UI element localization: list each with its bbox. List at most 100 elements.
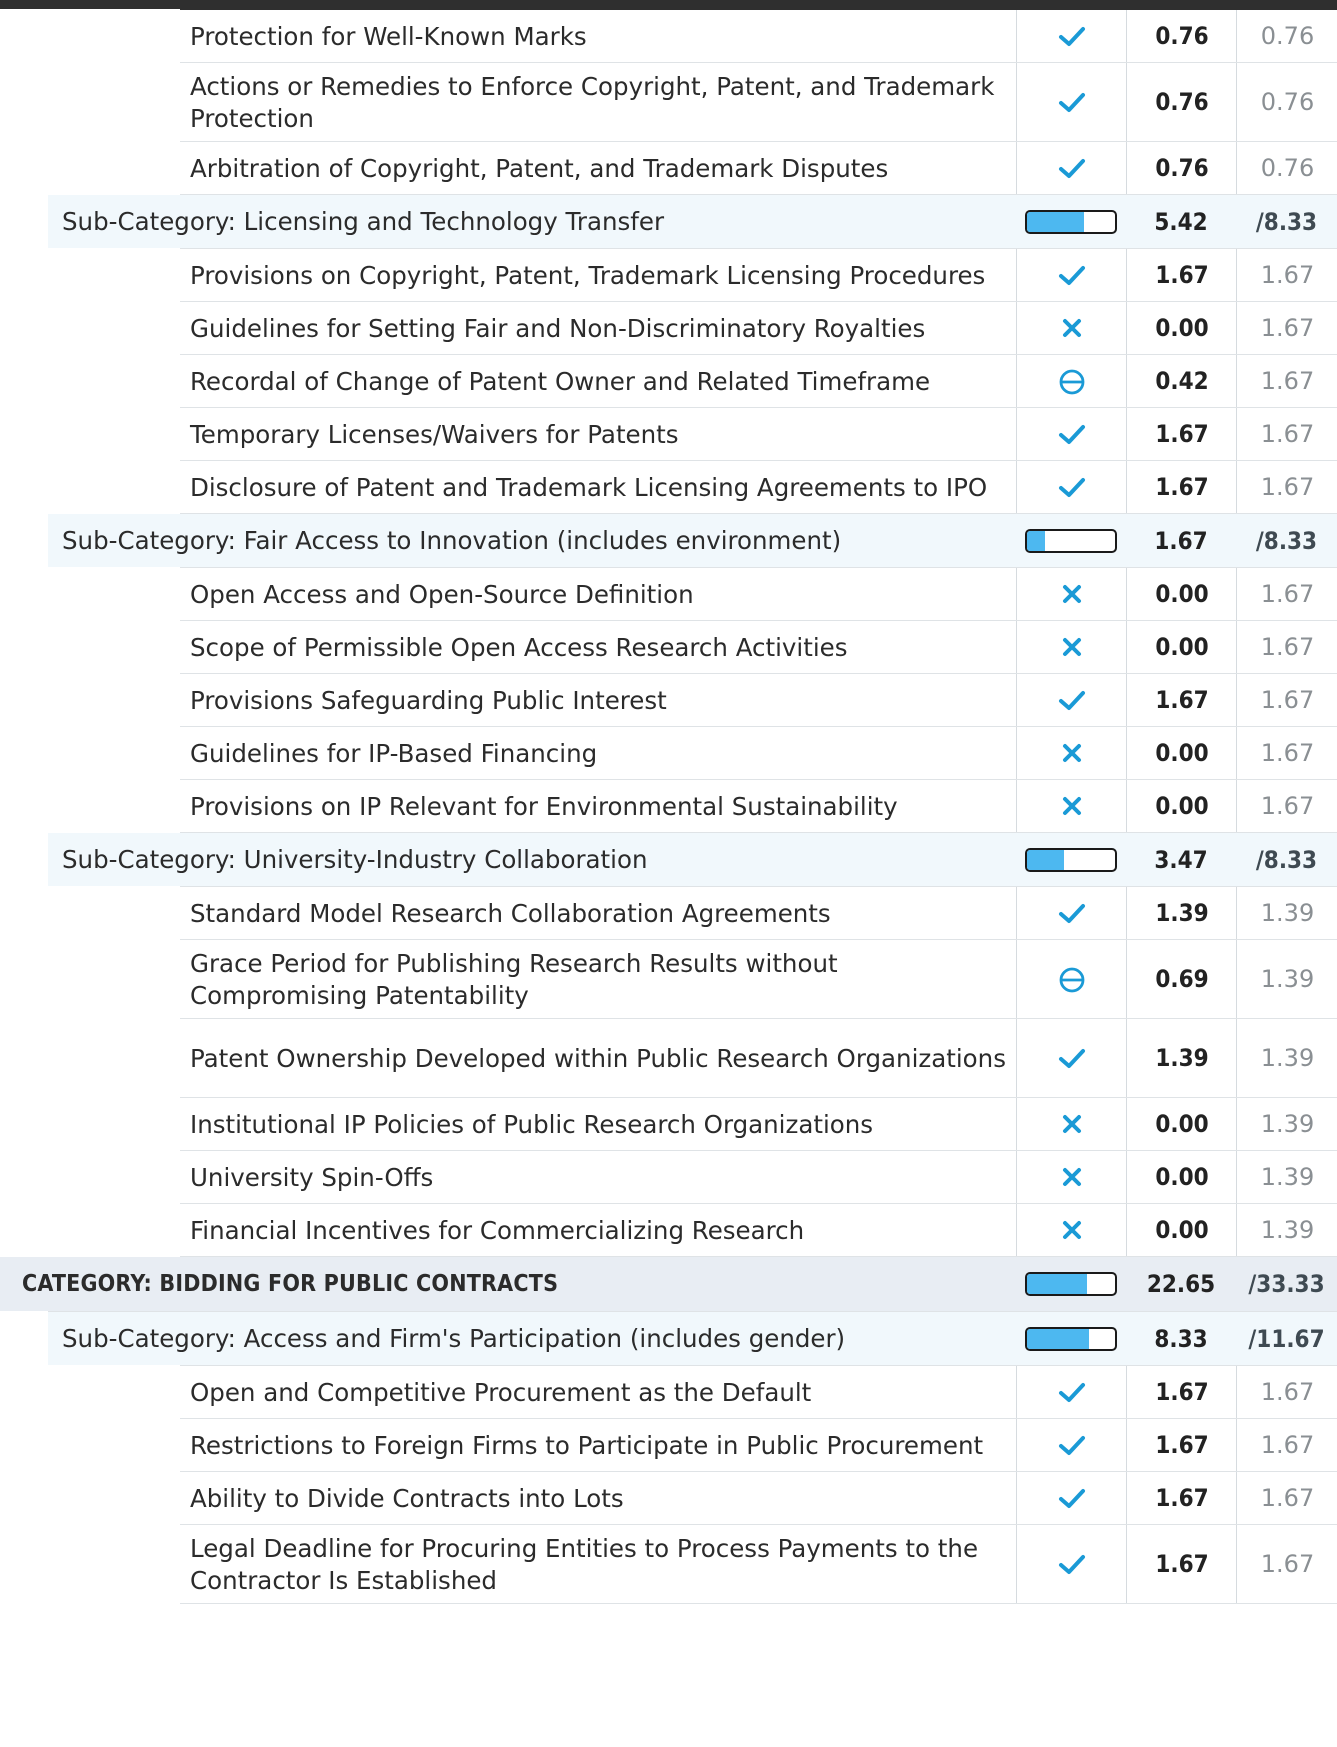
progress-bar-fill	[1027, 849, 1064, 870]
indicator-row: Recordal of Change of Patent Owner and R…	[0, 354, 1337, 408]
indicator-row: Guidelines for IP-Based Financing 0.00 1.6…	[0, 726, 1337, 780]
check-icon	[1059, 93, 1085, 112]
cross-icon	[1063, 744, 1081, 762]
score-value: 0.00	[1126, 621, 1237, 673]
score-value: 1.67	[1126, 408, 1237, 460]
score-value: 22.65	[1146, 1270, 1216, 1298]
max-score-value: /8.33	[1255, 526, 1318, 555]
indicator-label: Actions or Remedies to Enforce Copyright…	[190, 72, 995, 133]
indicator-label: Restrictions to Foreign Firms to Partici…	[190, 1431, 984, 1460]
progress-cell	[1016, 1257, 1126, 1311]
max-score-value: 1.67	[1236, 1472, 1337, 1524]
indicator-label: Open and Competitive Procurement as the …	[190, 1378, 812, 1407]
score-value: 0.76	[1126, 10, 1237, 62]
indicator-label: Open Access and Open-Source Definition	[190, 580, 694, 609]
indicator-label: Provisions on Copyright, Patent, Tradema…	[190, 261, 986, 290]
status-cell	[1016, 461, 1127, 513]
status-cell	[1016, 1366, 1127, 1418]
indicator-row: Institutional IP Policies of Public Rese…	[0, 1097, 1337, 1151]
cross-icon	[1063, 1221, 1081, 1239]
indicator-row: Scope of Permissible Open Access Researc…	[0, 620, 1337, 674]
score-value: 0.00	[1126, 1204, 1237, 1256]
max-score-value: /8.33	[1255, 845, 1318, 874]
partial-icon	[1059, 967, 1085, 993]
score-value: 0.76	[1126, 63, 1237, 141]
category-row: CATEGORY: BIDDING FOR PUBLIC CONTRACTS 22…	[0, 1257, 1337, 1312]
indicator-label: Protection for Well-Known Marks	[190, 22, 587, 51]
max-score-value: 0.76	[1236, 10, 1337, 62]
indicator-row: Financial Incentives for Commercializing…	[0, 1203, 1337, 1257]
subcategory-row: Sub-Category: Licensing and Technology T…	[0, 194, 1337, 249]
score-value: 0.00	[1126, 1151, 1237, 1203]
cross-icon	[1063, 1168, 1081, 1186]
max-score-value: 1.39	[1236, 1204, 1337, 1256]
score-value: 1.67	[1126, 1419, 1237, 1471]
subcategory-row: Sub-Category: Access and Firm's Particip…	[0, 1311, 1337, 1366]
indicator-label: Recordal of Change of Patent Owner and R…	[190, 367, 931, 396]
score-value: 0.00	[1126, 727, 1237, 779]
max-score-value: 1.67	[1236, 1525, 1337, 1603]
status-cell	[1016, 1419, 1127, 1471]
status-cell	[1016, 780, 1127, 832]
max-score-value: 1.67	[1236, 568, 1337, 620]
indicator-row: Grace Period for Publishing Research Res…	[0, 939, 1337, 1019]
progress-bar	[1025, 1326, 1117, 1351]
indicator-label: Arbitration of Copyright, Patent, and Tr…	[190, 154, 889, 183]
score-value: 0.42	[1126, 355, 1237, 407]
status-cell	[1016, 1472, 1127, 1524]
score-value: 1.67	[1126, 674, 1237, 726]
progress-cell	[1016, 195, 1126, 248]
indicator-label: Temporary Licenses/Waivers for Patents	[190, 420, 679, 449]
status-cell	[1016, 142, 1127, 194]
subcategory-label: Sub-Category: University-Industry Collab…	[62, 844, 648, 874]
status-cell	[1016, 1525, 1127, 1603]
progress-bar	[1025, 528, 1117, 553]
subcategory-row: Sub-Category: Fair Access to Innovation …	[0, 513, 1337, 568]
indicator-row: Provisions on IP Relevant for Environmen…	[0, 779, 1337, 833]
score-value: 0.76	[1126, 142, 1237, 194]
cross-icon	[1063, 585, 1081, 603]
indicator-label: Guidelines for IP-Based Financing	[190, 739, 598, 768]
indicator-row: Provisions Safeguarding Public Interest 1…	[0, 673, 1337, 727]
status-cell	[1016, 249, 1127, 301]
check-icon	[1059, 691, 1085, 710]
cross-icon	[1063, 638, 1081, 656]
indicator-row: Legal Deadline for Procuring Entities to…	[0, 1524, 1337, 1604]
score-value: 0.00	[1126, 1098, 1237, 1150]
score-value: 1.39	[1126, 1019, 1237, 1097]
max-score-value: 1.67	[1236, 1419, 1337, 1471]
check-icon	[1059, 159, 1085, 178]
indicator-row: Temporary Licenses/Waivers for Patents 1.…	[0, 407, 1337, 461]
progress-bar	[1025, 1272, 1117, 1296]
progress-bar-fill	[1027, 211, 1085, 232]
indicator-label: Disclosure of Patent and Trademark Licen…	[190, 473, 988, 502]
check-icon	[1059, 27, 1085, 46]
status-cell	[1016, 1204, 1127, 1256]
indicator-label: Guidelines for Setting Fair and Non-Disc…	[190, 314, 926, 343]
status-cell	[1016, 887, 1127, 939]
indicator-row: Restrictions to Foreign Firms to Partici…	[0, 1418, 1337, 1472]
status-cell	[1016, 1151, 1127, 1203]
indicator-label: Institutional IP Policies of Public Rese…	[190, 1110, 874, 1139]
cross-icon	[1063, 1115, 1081, 1133]
indicator-row: University Spin-Offs 0.00 1.39	[0, 1150, 1337, 1204]
check-icon	[1059, 904, 1085, 923]
indicator-row: Arbitration of Copyright, Patent, and Tr…	[0, 141, 1337, 195]
indicator-label: Provisions Safeguarding Public Interest	[190, 686, 667, 715]
status-cell	[1016, 355, 1127, 407]
score-value: 0.00	[1126, 302, 1237, 354]
max-score-value: 1.39	[1236, 940, 1337, 1018]
score-value: 3.47	[1154, 845, 1208, 874]
score-value: 1.67	[1126, 249, 1237, 301]
max-score-value: 1.67	[1236, 461, 1337, 513]
indicator-row: Open and Competitive Procurement as the …	[0, 1365, 1337, 1419]
check-icon	[1059, 1555, 1085, 1574]
max-score-value: 1.67	[1236, 249, 1337, 301]
progress-bar	[1025, 209, 1117, 234]
status-cell	[1016, 63, 1127, 141]
max-score-value: 1.67	[1236, 621, 1337, 673]
progress-cell	[1016, 833, 1126, 886]
score-value: 1.67	[1154, 526, 1208, 555]
check-icon	[1059, 1489, 1085, 1508]
indicator-row: Patent Ownership Developed within Public…	[0, 1018, 1337, 1098]
